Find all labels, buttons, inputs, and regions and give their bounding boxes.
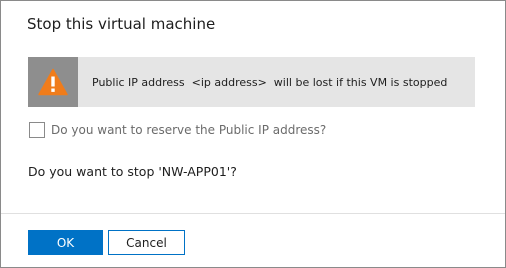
reserve-ip-label[interactable]: Do you want to reserve the Public IP add…	[51, 123, 326, 137]
stop-confirmation-question: Do you want to stop 'NW-APP01'?	[28, 164, 237, 179]
warning-triangle-icon	[38, 68, 68, 96]
ok-button[interactable]: OK	[28, 230, 103, 255]
dialog-title: Stop this virtual machine	[27, 15, 216, 33]
reserve-ip-row[interactable]: Do you want to reserve the Public IP add…	[29, 122, 326, 138]
footer-divider	[1, 213, 505, 214]
stop-vm-dialog: Stop this virtual machine Public IP addr…	[0, 0, 506, 268]
warning-icon-container	[28, 57, 78, 107]
warning-message: Public IP address <ip address> will be l…	[92, 75, 448, 89]
reserve-ip-checkbox[interactable]	[29, 122, 45, 138]
warning-banner: Public IP address <ip address> will be l…	[28, 57, 475, 107]
cancel-button[interactable]: Cancel	[108, 230, 185, 255]
